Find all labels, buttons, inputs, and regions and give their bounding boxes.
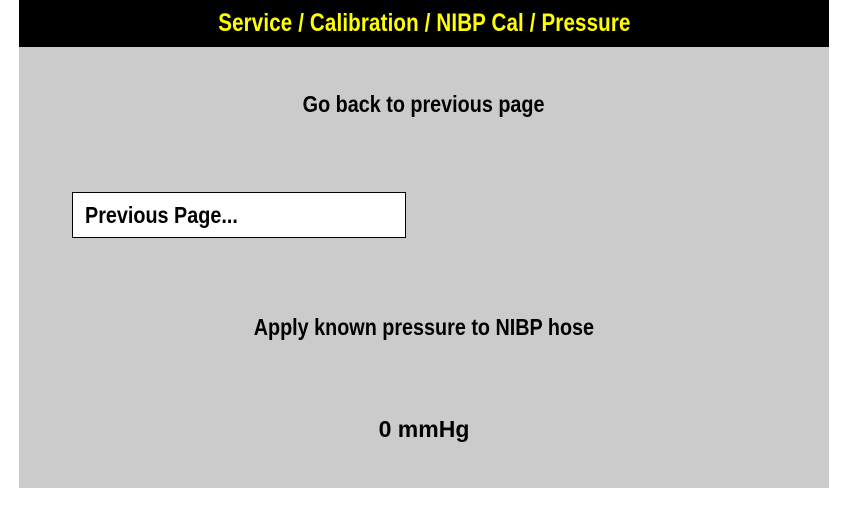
title-bar: Service / Calibration / NIBP Cal / Press… — [19, 0, 829, 47]
previous-page-button[interactable]: Previous Page... — [72, 192, 406, 238]
apply-pressure-label: Apply known pressure to NIBP hose — [253, 314, 595, 340]
pressure-reading: 0 mmHg — [378, 416, 470, 442]
page-title: Service / Calibration / NIBP Cal / Press… — [217, 9, 631, 37]
apply-pressure-instruction: Apply known pressure to NIBP hose — [19, 314, 829, 341]
calibration-screen: Service / Calibration / NIBP Cal / Press… — [19, 0, 829, 488]
back-hint-text: Go back to previous page — [19, 91, 829, 118]
back-hint-label: Go back to previous page — [303, 91, 545, 117]
previous-page-label: Previous Page... — [85, 201, 238, 228]
